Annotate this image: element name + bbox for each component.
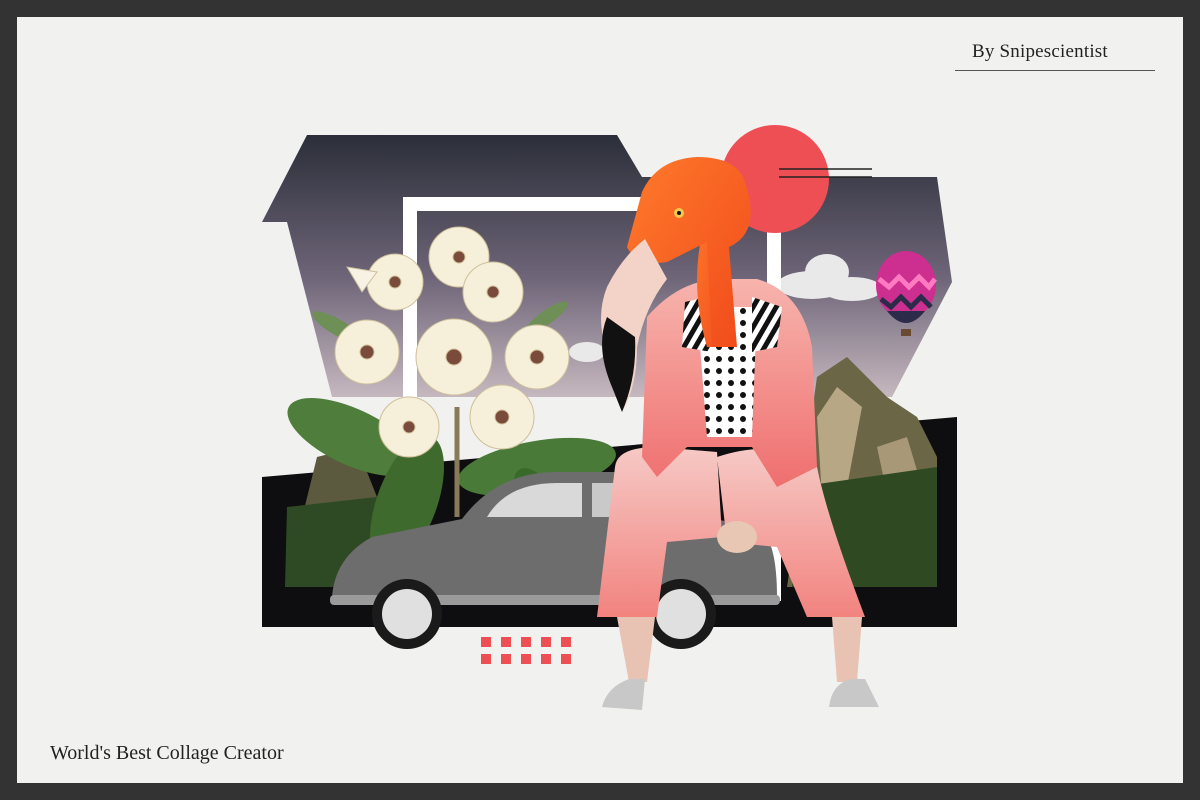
author-credit: By Snipescientist <box>972 41 1108 62</box>
collage-card: By Snipescientist World's Best Collage C… <box>17 17 1183 783</box>
red-squares-pattern <box>481 637 571 664</box>
author-underline <box>955 70 1155 71</box>
collage-caption: World's Best Collage Creator <box>50 742 284 764</box>
collage-artwork <box>262 125 957 710</box>
